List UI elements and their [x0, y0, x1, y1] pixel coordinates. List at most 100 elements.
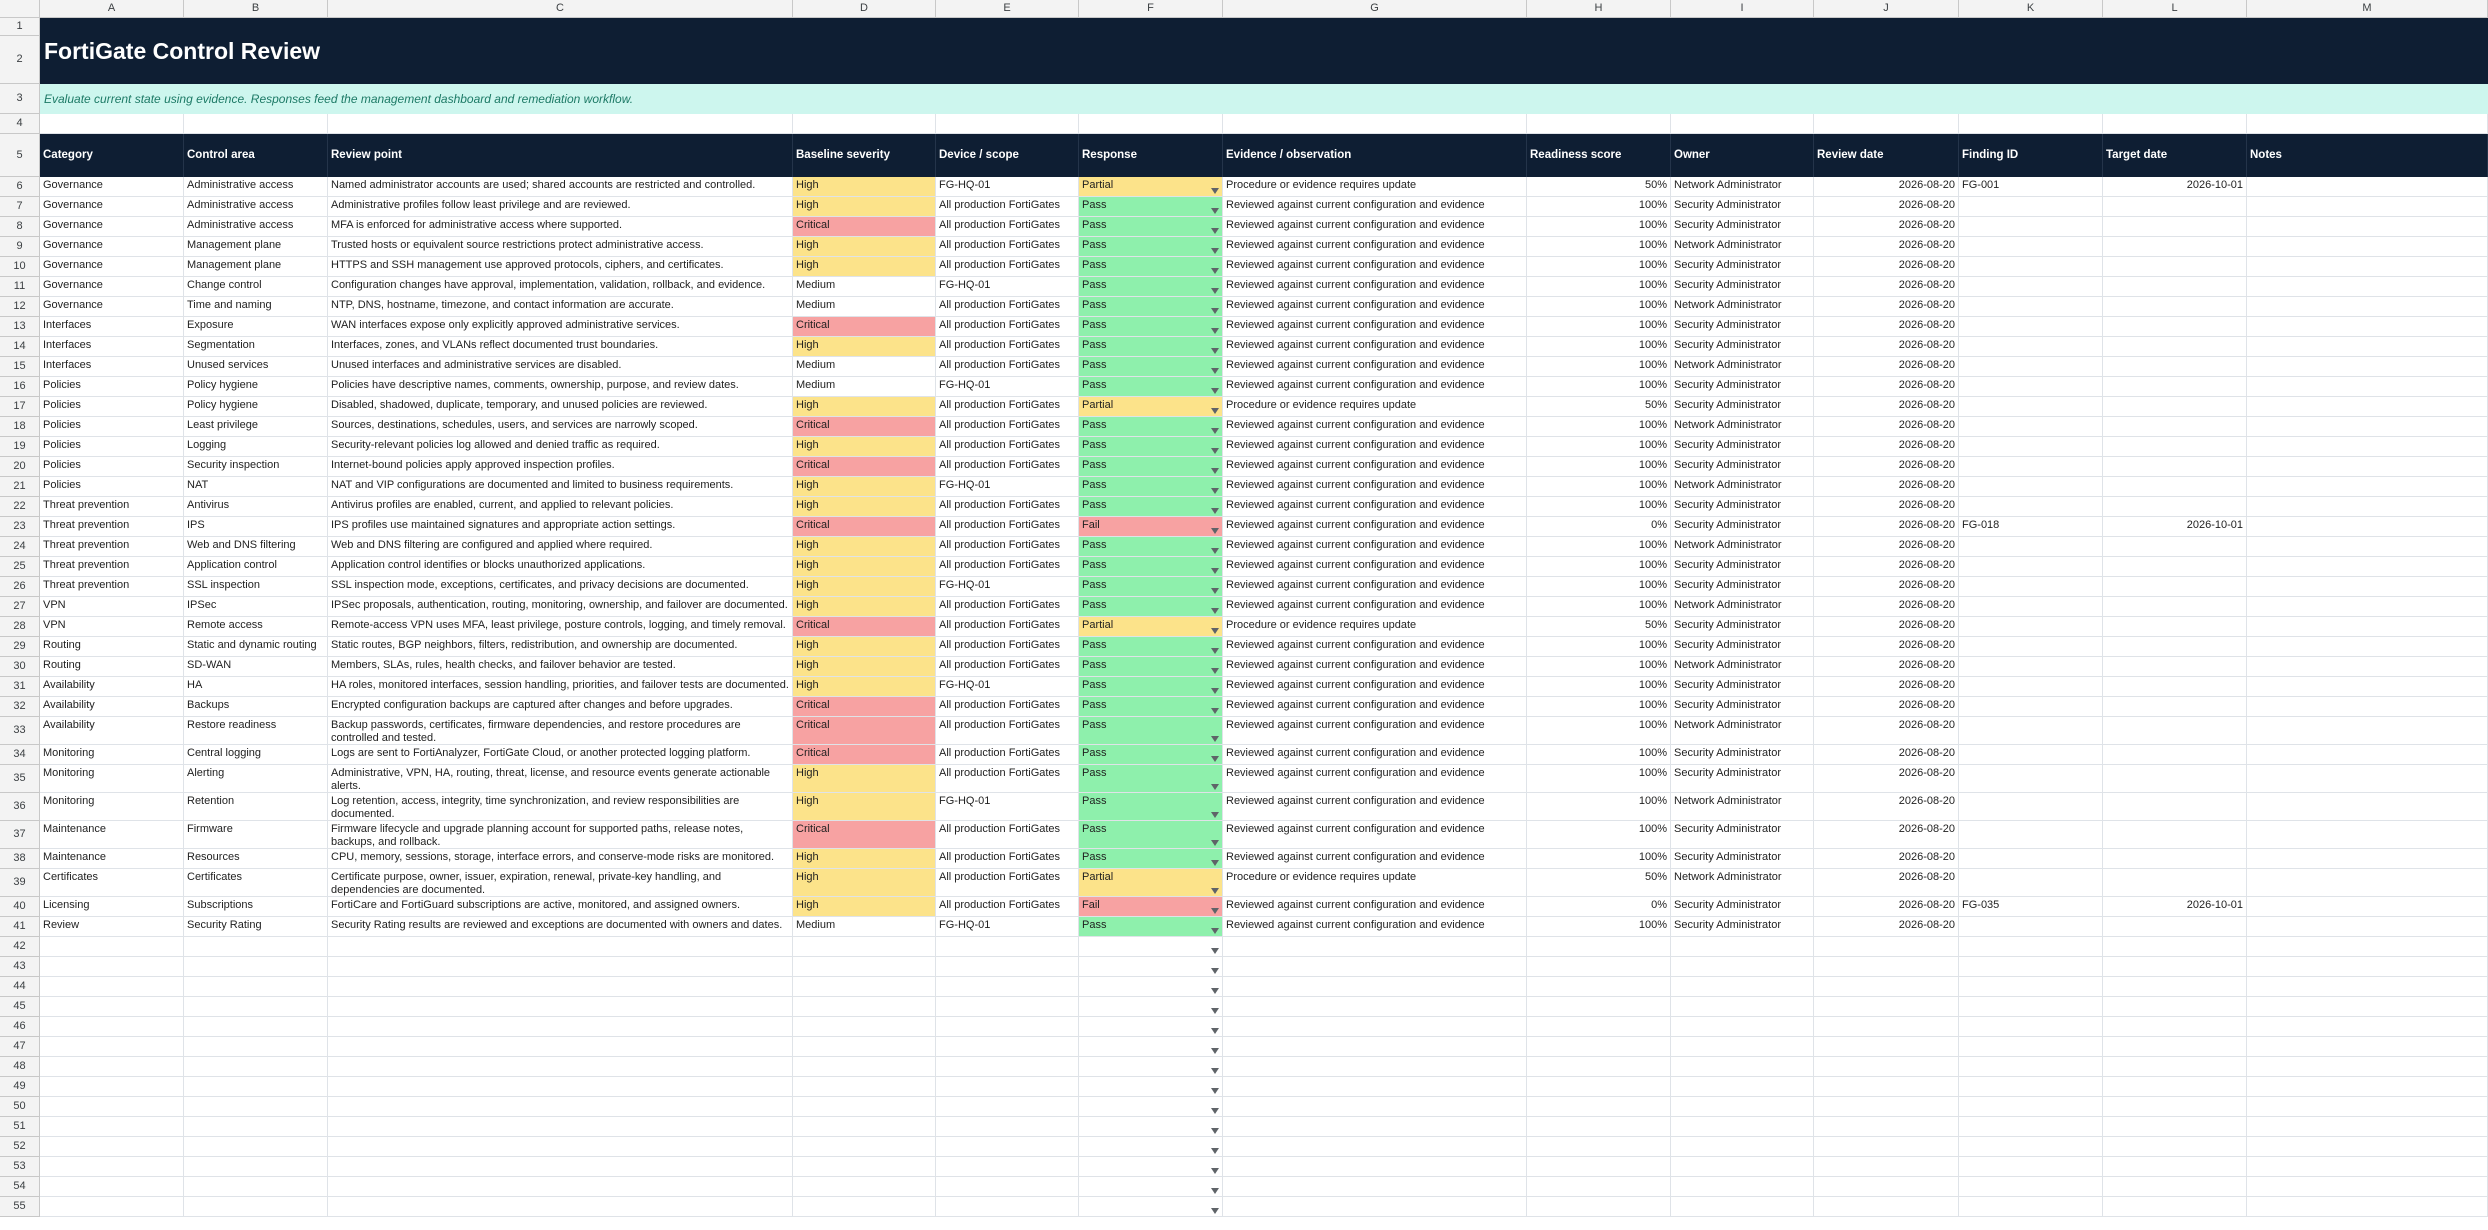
cell-category[interactable]: Routing	[40, 657, 184, 677]
cell-owner[interactable]: Security Administrator	[1671, 745, 1814, 765]
cell-category[interactable]: Availability	[40, 717, 184, 745]
cell-target-date[interactable]	[2103, 197, 2247, 217]
cell-response[interactable]: Pass	[1079, 497, 1223, 517]
cell-finding-id[interactable]	[1959, 793, 2103, 821]
cell-review-date[interactable]: 2026-08-20	[1814, 557, 1959, 577]
cell-control-area[interactable]: NAT	[184, 477, 328, 497]
empty-cell[interactable]	[793, 1157, 936, 1177]
cell-readiness-score[interactable]: 100%	[1527, 357, 1671, 377]
cell-owner[interactable]: Security Administrator	[1671, 517, 1814, 537]
empty-cell[interactable]	[40, 1197, 184, 1217]
empty-cell[interactable]	[1079, 1097, 1223, 1117]
cell-owner[interactable]: Security Administrator	[1671, 217, 1814, 237]
cell-notes[interactable]	[2247, 717, 2488, 745]
cell-category[interactable]: Threat prevention	[40, 577, 184, 597]
cell-control-area[interactable]: Policy hygiene	[184, 397, 328, 417]
cell-device-scope[interactable]: FG-HQ-01	[936, 677, 1079, 697]
cell-review-point[interactable]: IPSec proposals, authentication, routing…	[328, 597, 793, 617]
cell-review-point[interactable]: NAT and VIP configurations are documente…	[328, 477, 793, 497]
cell-response[interactable]: Pass	[1079, 437, 1223, 457]
cell-notes[interactable]	[2247, 821, 2488, 849]
cell-finding-id[interactable]	[1959, 317, 2103, 337]
cell-target-date[interactable]	[2103, 417, 2247, 437]
empty-cell[interactable]	[184, 977, 328, 997]
dropdown-arrow-icon[interactable]	[1211, 188, 1219, 194]
cell-finding-id[interactable]: FG-035	[1959, 897, 2103, 917]
dropdown-arrow-icon[interactable]	[1211, 860, 1219, 866]
cell-notes[interactable]	[2247, 849, 2488, 869]
cell-review-date[interactable]: 2026-08-20	[1814, 317, 1959, 337]
dropdown-arrow-icon[interactable]	[1211, 328, 1219, 334]
dropdown-arrow-icon[interactable]	[1211, 736, 1219, 742]
empty-cell[interactable]	[936, 957, 1079, 977]
cell-baseline-severity[interactable]: Critical	[793, 317, 936, 337]
empty-cell[interactable]	[793, 1097, 936, 1117]
cell-row4-k[interactable]	[1959, 114, 2103, 134]
cell-notes[interactable]	[2247, 457, 2488, 477]
empty-cell[interactable]	[1223, 1197, 1527, 1217]
cell-control-area[interactable]: Alerting	[184, 765, 328, 793]
row-header-19[interactable]: 19	[0, 437, 40, 457]
row-header-15[interactable]: 15	[0, 357, 40, 377]
cell-device-scope[interactable]: All production FortiGates	[936, 745, 1079, 765]
cell-owner[interactable]: Security Administrator	[1671, 257, 1814, 277]
dropdown-arrow-icon[interactable]	[1211, 948, 1219, 954]
cell-row4-i[interactable]	[1671, 114, 1814, 134]
row-header-7[interactable]: 7	[0, 197, 40, 217]
cell-baseline-severity[interactable]: High	[793, 537, 936, 557]
cell-notes[interactable]	[2247, 257, 2488, 277]
cell-readiness-score[interactable]: 100%	[1527, 765, 1671, 793]
cell-evidence[interactable]: Reviewed against current configuration a…	[1223, 337, 1527, 357]
cell-evidence[interactable]: Reviewed against current configuration a…	[1223, 257, 1527, 277]
cell-target-date[interactable]	[2103, 657, 2247, 677]
cell-review-point[interactable]: Interfaces, zones, and VLANs reflect doc…	[328, 337, 793, 357]
empty-cell[interactable]	[2247, 1037, 2488, 1057]
cell-category[interactable]: Governance	[40, 257, 184, 277]
cell-review-date[interactable]: 2026-08-20	[1814, 297, 1959, 317]
cell-control-area[interactable]: Least privilege	[184, 417, 328, 437]
cell-readiness-score[interactable]: 50%	[1527, 869, 1671, 897]
cell-response[interactable]: Pass	[1079, 697, 1223, 717]
cell-row4-j[interactable]	[1814, 114, 1959, 134]
empty-cell[interactable]	[2103, 1137, 2247, 1157]
cell-owner[interactable]: Security Administrator	[1671, 697, 1814, 717]
cell-target-date[interactable]	[2103, 217, 2247, 237]
cell-review-point[interactable]: Remote-access VPN uses MFA, least privil…	[328, 617, 793, 637]
cell-target-date[interactable]	[2103, 917, 2247, 937]
cell-notes[interactable]	[2247, 317, 2488, 337]
cell-notes[interactable]	[2247, 577, 2488, 597]
row-header-37[interactable]: 37	[0, 821, 40, 849]
dropdown-arrow-icon[interactable]	[1211, 968, 1219, 974]
empty-cell[interactable]	[936, 1137, 1079, 1157]
cell-category[interactable]: Threat prevention	[40, 557, 184, 577]
cell-review-date[interactable]: 2026-08-20	[1814, 517, 1959, 537]
cell-notes[interactable]	[2247, 497, 2488, 517]
empty-cell[interactable]	[1527, 1097, 1671, 1117]
empty-cell[interactable]	[1079, 997, 1223, 1017]
cell-notes[interactable]	[2247, 237, 2488, 257]
cell-category[interactable]: VPN	[40, 617, 184, 637]
cell-target-date[interactable]	[2103, 537, 2247, 557]
cell-readiness-score[interactable]: 100%	[1527, 917, 1671, 937]
cell-target-date[interactable]	[2103, 677, 2247, 697]
cell-baseline-severity[interactable]: High	[793, 869, 936, 897]
empty-cell[interactable]	[1671, 957, 1814, 977]
empty-cell[interactable]	[40, 977, 184, 997]
empty-cell[interactable]	[1079, 1037, 1223, 1057]
cell-review-point[interactable]: SSL inspection mode, exceptions, certifi…	[328, 577, 793, 597]
column-label-target-date[interactable]: Target date	[2103, 134, 2247, 177]
column-header-e[interactable]: E	[936, 0, 1079, 18]
empty-cell[interactable]	[793, 1177, 936, 1197]
cell-row4-d[interactable]	[793, 114, 936, 134]
empty-cell[interactable]	[184, 957, 328, 977]
dropdown-arrow-icon[interactable]	[1211, 1068, 1219, 1074]
dropdown-arrow-icon[interactable]	[1211, 228, 1219, 234]
cell-category[interactable]: Availability	[40, 677, 184, 697]
empty-cell[interactable]	[1671, 1097, 1814, 1117]
cell-evidence[interactable]: Reviewed against current configuration a…	[1223, 237, 1527, 257]
cell-category[interactable]: Threat prevention	[40, 497, 184, 517]
cell-finding-id[interactable]	[1959, 849, 2103, 869]
cell-category[interactable]: Interfaces	[40, 357, 184, 377]
cell-finding-id[interactable]	[1959, 577, 2103, 597]
empty-cell[interactable]	[1527, 1077, 1671, 1097]
